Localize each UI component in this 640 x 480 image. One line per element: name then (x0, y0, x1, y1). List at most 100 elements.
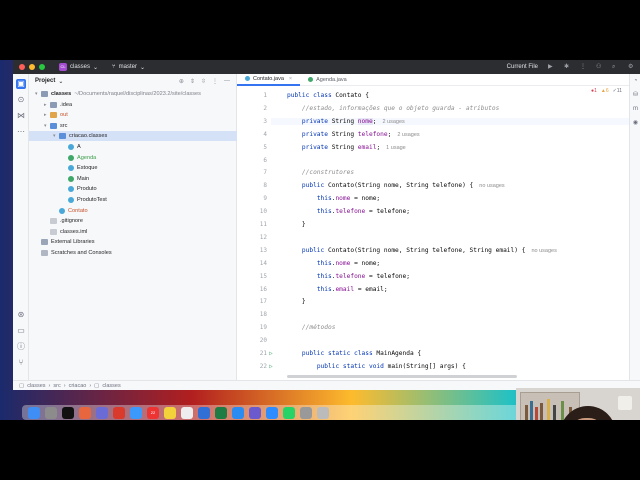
database-icon[interactable]: ⛁ (632, 92, 639, 99)
git-tool-icon[interactable]: ⑂ (16, 358, 26, 368)
project-tool-icon[interactable]: ▣ (16, 79, 26, 89)
tree-item[interactable]: External Libraries (29, 237, 237, 247)
search-icon[interactable]: ⌕ (612, 64, 618, 70)
debug-icon[interactable]: ✱ (564, 64, 570, 70)
breadcrumb-project[interactable]: classes (27, 383, 45, 389)
more-tools-icon[interactable]: ⋯ (16, 127, 26, 137)
gear-icon[interactable]: ⚙ (628, 64, 634, 70)
zoom-icon[interactable] (266, 406, 278, 419)
tab-agenda[interactable]: Agenda.java (300, 74, 355, 86)
more-icon[interactable]: ⋮ (580, 64, 586, 70)
code-line[interactable]: this.nome = nome; (287, 260, 380, 267)
tree-item[interactable]: ▾ src (29, 121, 237, 131)
discord-icon[interactable] (96, 406, 108, 419)
tree-item[interactable]: A (29, 142, 237, 152)
project-selector[interactable]: CL classes ⌄ (59, 63, 98, 71)
inspection-widget[interactable]: ●1 ▲6 ✓11 (591, 88, 622, 94)
line-number: 6 (263, 156, 267, 164)
hide-icon[interactable]: — (224, 78, 230, 85)
scratch-icon (41, 250, 48, 256)
line-number: 3 (263, 117, 267, 125)
commit-tool-icon[interactable]: ⊙ (16, 95, 26, 105)
code-line[interactable]: this.telefone = telefone; (287, 273, 410, 280)
code-line[interactable]: private String nome; 2 usages (271, 117, 631, 125)
tree-item[interactable]: Contato (29, 206, 237, 216)
safari-icon[interactable] (130, 406, 142, 419)
tree-item[interactable]: Agenda (29, 153, 237, 163)
code-line[interactable]: private String telefone; 2 usages (287, 131, 420, 138)
project-panel-title[interactable]: Project (35, 78, 55, 84)
code-line[interactable]: public static class MainAgenda { (287, 350, 421, 357)
notes-icon[interactable] (164, 406, 176, 419)
code-line[interactable]: public Contato(String nome, String telef… (287, 247, 557, 254)
run-config-selector[interactable]: Current File (507, 64, 538, 70)
intellij-icon[interactable] (62, 406, 74, 419)
run-icon[interactable]: ▶ (548, 64, 554, 70)
run-gutter-icon[interactable]: ▷ (269, 363, 273, 370)
tab-contato[interactable]: Contato.java × (237, 73, 301, 86)
tree-item[interactable]: ▸ .idea (29, 100, 237, 110)
close-window-button[interactable] (19, 64, 25, 70)
tree-item[interactable]: Estoque (29, 163, 237, 173)
gradle-icon[interactable]: ◉ (632, 120, 639, 127)
tree-item[interactable]: ▸ out (29, 110, 237, 120)
structure-tool-icon[interactable]: ⋈ (16, 111, 26, 121)
code-line[interactable]: private String email; 1 usage (287, 144, 406, 151)
tree-item[interactable]: Main (29, 174, 237, 184)
chrome-icon[interactable] (113, 406, 125, 419)
run-gutter-icon[interactable]: ▷ (269, 350, 273, 357)
finder-icon[interactable] (28, 406, 40, 419)
tree-item[interactable]: ▾ classes ~/Documents/raquel/disciplinas/2… (29, 89, 237, 99)
tree-item[interactable]: classes.iml (29, 227, 237, 237)
code-line[interactable]: } (287, 221, 306, 228)
excel-icon[interactable] (215, 406, 227, 419)
tree-item[interactable]: .gitignore (29, 216, 237, 226)
tree-item[interactable]: ProdutoTest (29, 195, 237, 205)
app-store-icon[interactable] (232, 406, 244, 419)
branch-selector[interactable]: ⑂ master ⌄ (112, 64, 145, 71)
reminders-icon[interactable] (181, 406, 193, 419)
whatsapp-icon[interactable] (283, 406, 295, 419)
code-line[interactable]: this.nome = nome; (287, 195, 380, 202)
word-icon[interactable] (198, 406, 210, 419)
breadcrumb-subpackage[interactable]: classes (102, 383, 120, 389)
maven-icon[interactable]: m (632, 106, 639, 113)
locate-icon[interactable]: ⊕ (179, 78, 184, 85)
notifications-icon[interactable]: ◔ (632, 78, 639, 85)
zoom-window-button[interactable] (39, 64, 45, 70)
code-line[interactable]: //estado, informações que o objeto guard… (287, 105, 499, 112)
services-tool-icon[interactable]: ⊛ (16, 310, 26, 320)
trash-icon[interactable] (317, 406, 329, 419)
problems-tool-icon[interactable]: ⓘ (16, 342, 26, 352)
code-line[interactable]: this.telefone = telefone; (287, 208, 410, 215)
tree-item-label: Contato (68, 207, 88, 214)
line-number: 9 (263, 195, 267, 203)
code-line[interactable]: public static void main(String[] args) { (287, 363, 466, 370)
code-line[interactable]: //construtores (287, 169, 354, 176)
code-line[interactable]: this.email = email; (287, 286, 388, 293)
settings-icon[interactable] (300, 406, 312, 419)
more-icon[interactable]: ⋮ (212, 78, 218, 85)
teams-icon[interactable] (249, 406, 261, 419)
swift-icon[interactable] (79, 406, 91, 419)
terminal-tool-icon[interactable]: ▭ (16, 326, 26, 336)
code-line[interactable]: public class Contato { (287, 92, 369, 99)
chevron-down-icon[interactable]: ⌄ (58, 78, 63, 85)
code-line[interactable]: public Contato(String nome, String telef… (287, 182, 505, 189)
expand-icon[interactable]: ⇕ (190, 78, 195, 85)
calendar-icon[interactable]: 22 (147, 406, 159, 419)
tree-item[interactable]: ▾ criacao.classes (29, 131, 237, 142)
code-line[interactable]: //métodos (287, 324, 336, 331)
launchpad-icon[interactable] (45, 406, 57, 419)
add-user-icon[interactable]: ⚇ (596, 64, 602, 70)
chevron-down-icon: ⌄ (140, 64, 146, 71)
tree-item[interactable]: Produto (29, 184, 237, 194)
breadcrumb-package[interactable]: criacao (69, 383, 87, 389)
close-icon[interactable]: × (289, 73, 292, 85)
minimize-window-button[interactable] (29, 64, 35, 70)
breadcrumb-src[interactable]: src (53, 383, 60, 389)
tree-item[interactable]: Scratches and Consoles (29, 248, 237, 258)
collapse-icon[interactable]: ⇳ (201, 78, 206, 85)
code-line[interactable]: } (287, 298, 306, 305)
horizontal-scrollbar[interactable] (287, 375, 517, 378)
